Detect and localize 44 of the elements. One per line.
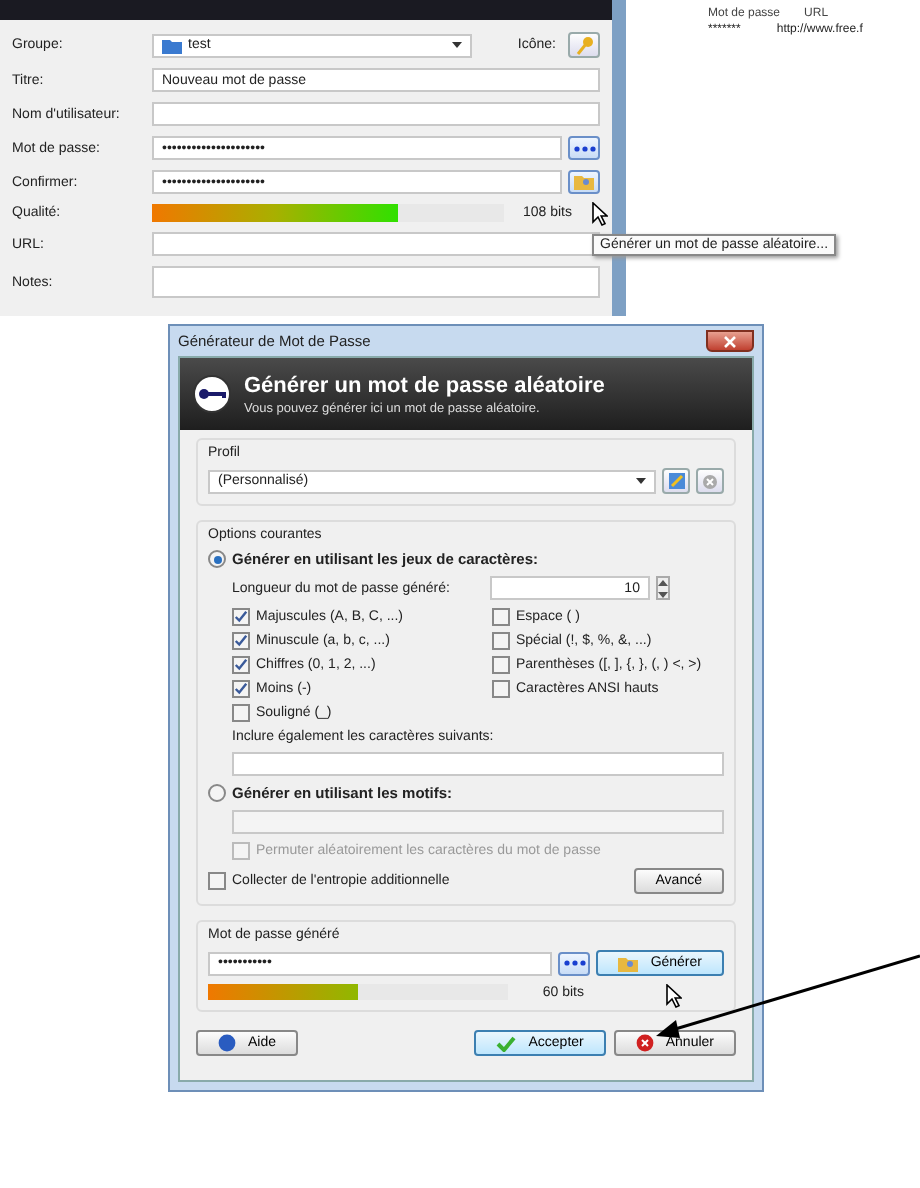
notes-field[interactable] (152, 266, 600, 298)
show-password-button[interactable] (568, 136, 600, 160)
close-button[interactable] (706, 330, 754, 352)
key-folder-icon (574, 174, 594, 190)
key-icon (575, 35, 593, 55)
include-characters-field[interactable] (232, 752, 724, 776)
circle-x-icon (702, 473, 718, 489)
key-icon-button[interactable] (568, 32, 600, 58)
dots-icon (563, 960, 586, 966)
checkbox[interactable] (232, 704, 250, 722)
caret-icon (636, 478, 646, 484)
key-icon (192, 374, 232, 414)
close-icon (724, 335, 736, 347)
dots-icon (573, 145, 595, 151)
checkmark-icon (496, 1035, 517, 1051)
delete-profile-button[interactable] (696, 468, 724, 494)
key-folder-icon (618, 955, 639, 971)
checkbox[interactable] (232, 680, 250, 698)
checkbox[interactable] (492, 656, 510, 674)
pencil-disk-icon (667, 472, 685, 490)
generate-password-button[interactable] (568, 170, 600, 194)
checkbox[interactable] (232, 656, 250, 674)
save-profile-button[interactable] (662, 468, 690, 494)
checkbox[interactable] (232, 632, 250, 650)
checkbox[interactable] (492, 632, 510, 650)
pattern-field[interactable] (232, 810, 724, 834)
spin-arrows-icon (657, 579, 668, 597)
mouse-cursor-icon (666, 984, 682, 1008)
cancel-icon (635, 1034, 654, 1052)
folder-icon (162, 37, 182, 53)
text-field[interactable] (152, 102, 600, 126)
mouse-cursor-icon (592, 202, 608, 226)
question-icon (218, 1034, 236, 1052)
banner-title: Générer un mot de passe aléatoire (244, 373, 605, 397)
spin-button[interactable] (655, 576, 670, 600)
checkbox[interactable] (492, 608, 510, 626)
show-password-button[interactable] (558, 951, 591, 975)
checkbox[interactable] (232, 608, 250, 626)
checkbox[interactable] (208, 872, 226, 890)
caret-icon (452, 42, 462, 48)
checkbox[interactable] (492, 680, 510, 698)
radio-button[interactable] (208, 550, 226, 568)
radio-button[interactable] (208, 784, 226, 802)
url-field[interactable] (152, 232, 600, 256)
